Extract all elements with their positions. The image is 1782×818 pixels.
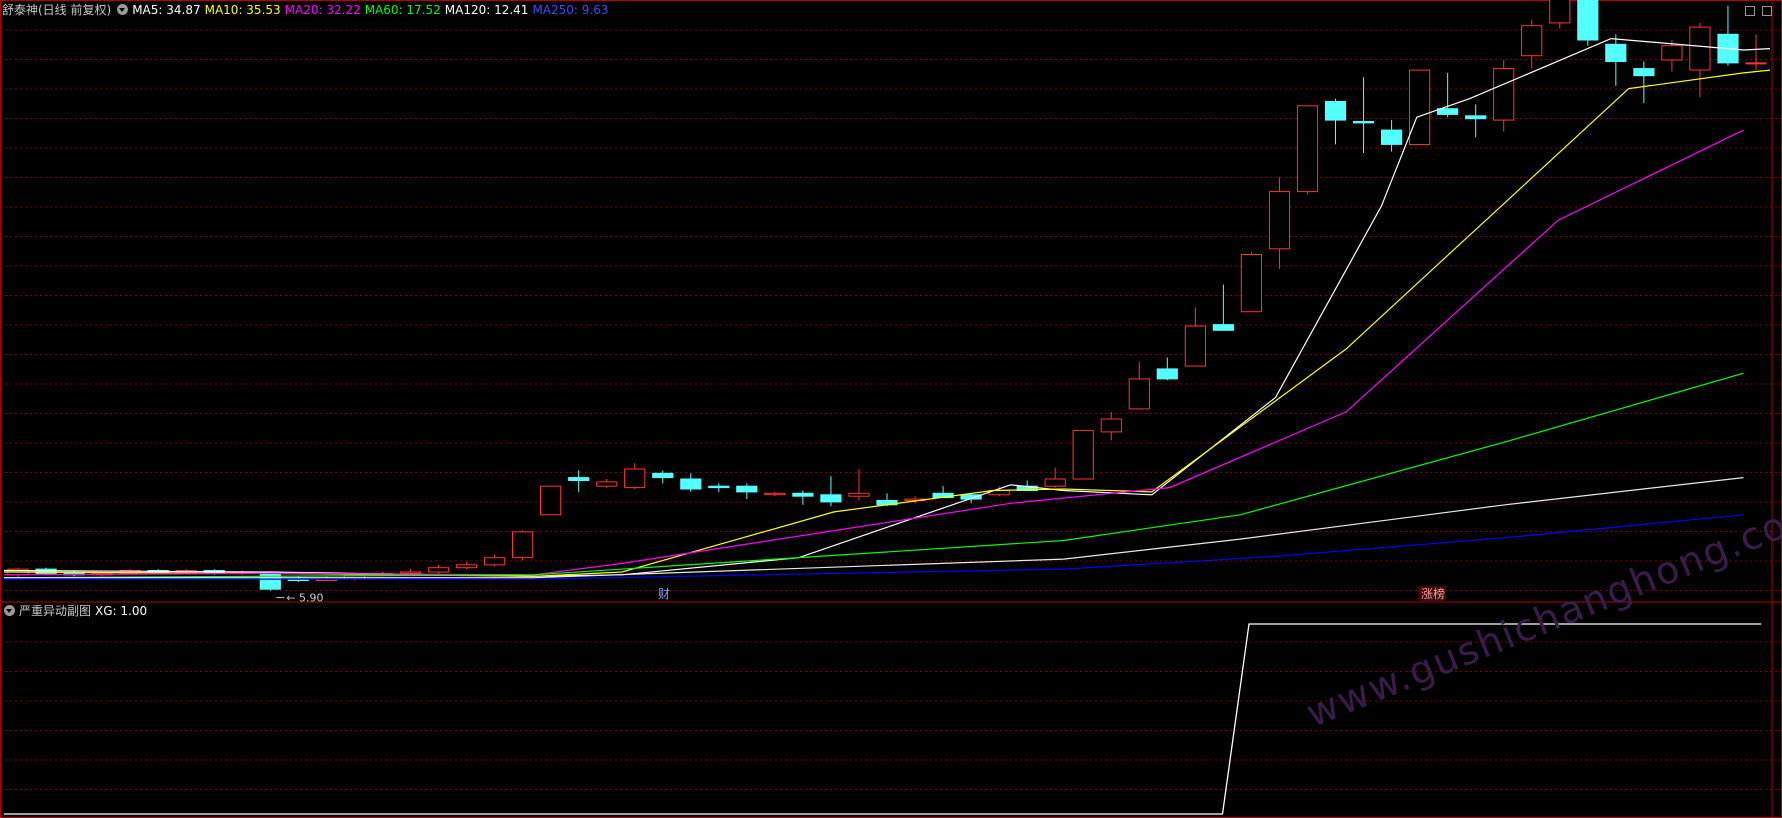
candle-body [680,478,702,490]
stock-name: 舒泰神(日线 前复权) [2,3,112,17]
candle-body [455,564,478,569]
candle-body [624,468,646,489]
candle-body [1324,101,1347,121]
candle-body [512,531,534,559]
expand-icon[interactable] [1762,6,1772,16]
candle-body [1352,121,1375,124]
candle-body [596,481,618,487]
candle-body [540,485,562,516]
candle-body [1072,429,1094,480]
ma250-label: MA250: 9.63 [532,3,609,17]
kline-chart[interactable]: 43.15← 5.90财涨榜 [0,0,1782,818]
marker-cai: 财 [658,587,670,601]
low-label: ← 5.90 [286,592,323,605]
candle-body [820,494,842,503]
candle-body [848,492,870,497]
sub-legend: 严重异动副图 XG: 1.00 [2,601,151,621]
candle-body [1661,45,1683,61]
candle-body [1184,325,1207,367]
chart-border [0,0,1782,818]
sub-title: 严重异动副图 [19,604,92,618]
dropdown-icon[interactable] [117,4,129,15]
candle-body [1577,0,1599,41]
candle-body [1409,69,1431,145]
main-legend: 舒泰神(日线 前复权) MA5: 34.87 MA10: 35.53 MA20: 32… [2,0,612,20]
candle-body [1212,324,1235,331]
candle-body [427,567,450,573]
ma-line-ma60 [3,372,1744,579]
candle-body [1689,26,1711,71]
ma5-label: MA5: 34.87 [132,3,201,17]
candle-body [1100,418,1122,433]
marker-zb: 涨榜 [1421,586,1445,601]
candle-body [1240,254,1263,313]
collapse-icon[interactable] [1745,6,1755,16]
candle-body [792,492,814,497]
xg-value: XG: 1.00 [95,604,148,618]
candle-body [259,571,281,590]
candle-body [1745,62,1767,65]
candle-body [1128,378,1150,410]
candle-body [1605,43,1627,62]
candle-body [1156,368,1178,380]
candle-body [764,492,786,496]
ma120-label: MA120: 12.41 [444,3,529,17]
candle-body [1268,191,1291,250]
ma20-label: MA20: 32.22 [284,3,361,17]
candle-body [1633,68,1655,77]
candle-body [1465,115,1487,120]
candle-body [1296,105,1319,193]
dropdown-icon[interactable] [4,605,15,616]
candle-body [399,571,422,574]
candle-body [736,485,758,493]
candle-body [1381,129,1403,145]
candle-body [568,477,590,482]
candle-body [1549,0,1571,24]
candle-body [708,485,730,489]
candle-body [1044,478,1066,487]
candle-body [484,557,506,566]
ma60-label: MA60: 17.52 [364,3,441,17]
candle-body [1521,25,1543,57]
candle-body [1437,108,1459,115]
candle-body [1493,68,1515,121]
ma10-label: MA10: 35.53 [204,3,281,17]
candle-body [652,472,674,479]
ma-line-ma120 [4,477,1744,579]
